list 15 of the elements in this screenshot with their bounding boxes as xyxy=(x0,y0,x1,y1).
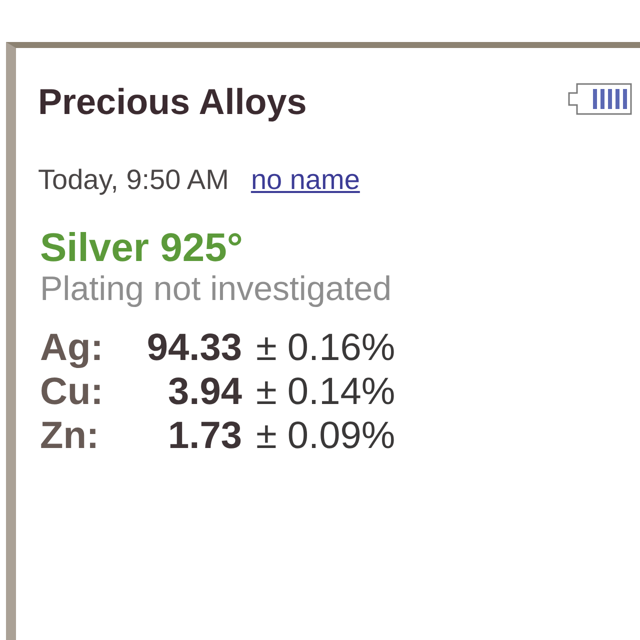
measurement-time: Today, 9:50 AM xyxy=(38,163,229,197)
element-percentage: 3.94 xyxy=(167,370,242,414)
element-percentage: 94.33 xyxy=(146,326,242,370)
element-percentage: 1.73 xyxy=(167,414,242,458)
element-uncertainty: ± 0.14% xyxy=(256,370,396,414)
plating-note: Plating not investigated xyxy=(40,270,393,308)
element-uncertainty: ± 0.16% xyxy=(256,326,396,370)
sample-name-link[interactable]: no name xyxy=(250,163,360,197)
element-symbol: Ag: xyxy=(40,326,104,370)
element-symbol: Zn: xyxy=(40,414,100,458)
app-title: Precious Alloys xyxy=(38,81,307,123)
battery-icon xyxy=(568,83,632,115)
element-uncertainty: ± 0.09% xyxy=(256,414,396,458)
alloy-grade: Silver 925° xyxy=(40,226,244,270)
element-symbol: Cu: xyxy=(40,370,104,414)
